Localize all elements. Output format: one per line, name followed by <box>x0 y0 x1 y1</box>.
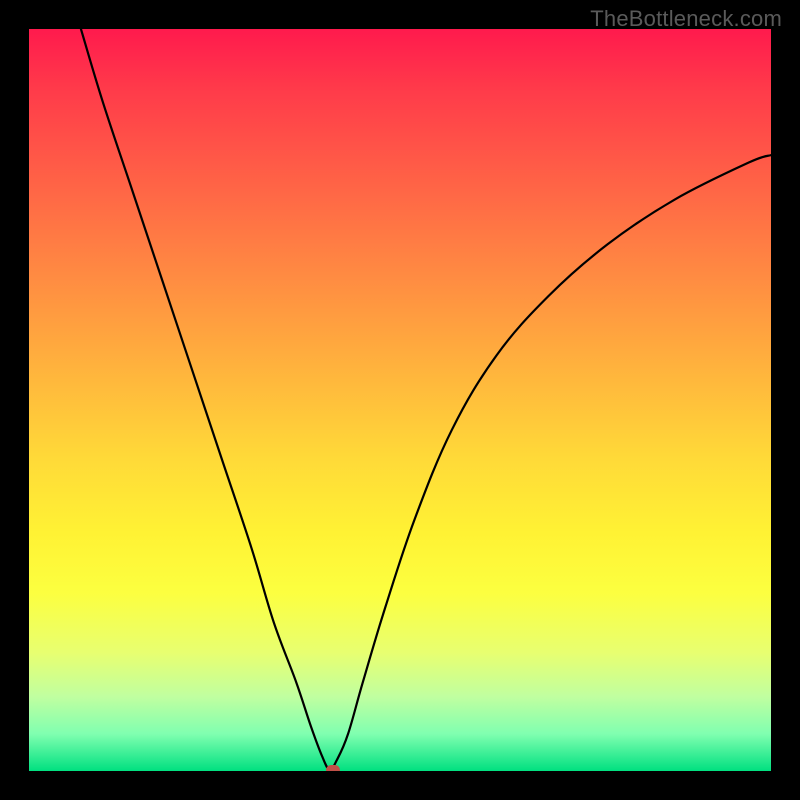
plot-area <box>29 29 771 771</box>
watermark-text: TheBottleneck.com <box>590 6 782 32</box>
bottleneck-curve <box>81 29 771 770</box>
curve-svg <box>29 29 771 771</box>
optimum-marker <box>326 765 340 771</box>
